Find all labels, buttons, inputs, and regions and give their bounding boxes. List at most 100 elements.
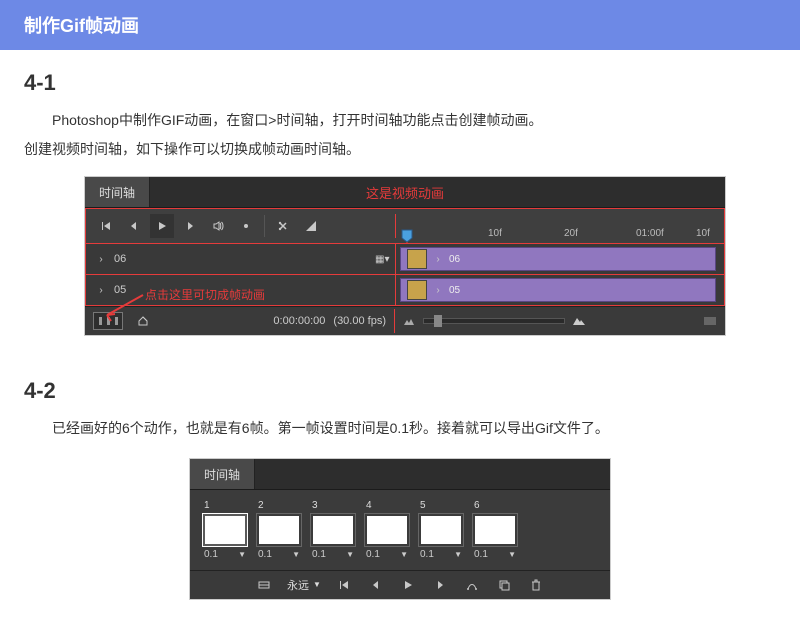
animation-frame[interactable]: 5 0.1 ▼ [418,500,464,560]
animation-frame[interactable]: 2 0.1 ▼ [256,500,302,560]
frame-duration: 0.1 [366,549,380,560]
frame-thumbnail [367,516,407,544]
timeline-tab[interactable]: 时间轴 [190,459,255,489]
play-button[interactable] [395,574,421,596]
chevron-down-icon: ▼ [400,550,408,559]
chevron-down-icon: ▼ [454,550,462,559]
frame-thumbnail-wrap [256,513,302,547]
zoom-slider[interactable] [423,318,565,324]
chevron-down-icon: ▼ [238,550,246,559]
divider [264,215,265,237]
frame-thumbnail-wrap [202,513,248,547]
frame-animation-screenshot: 时间轴 10.1▼20.1▼30.1▼40.1▼50.1▼60.1▼ 永远 ▼ [189,458,611,600]
duplicate-frame-button[interactable] [491,574,517,596]
prev-frame-button[interactable] [122,214,146,238]
animation-frame[interactable]: 6 0.1 ▼ [472,500,518,560]
frames-row: 10.1▼20.1▼30.1▼40.1▼50.1▼60.1▼ [190,490,610,570]
chevron-down-icon: ▼ [508,550,516,559]
video-clip[interactable]: › 06 [400,247,716,271]
split-button[interactable] [271,214,295,238]
red-arrow-icon [97,291,145,323]
frame-duration: 0.1 [420,549,434,560]
clip-label: 06 [449,254,460,265]
clip-label: 05 [449,285,460,296]
chevron-down-icon: ▼ [346,550,354,559]
chevron-right-icon: › [433,254,443,265]
frame-duration-selector[interactable]: 0.1 ▼ [472,547,518,560]
frame-number: 5 [418,500,464,511]
zoom-out-mountain-icon[interactable] [403,316,415,326]
frame-thumbnail-wrap [310,513,356,547]
ruler-tick: 10f [696,228,710,239]
timecode: 0:00:00:00 [273,315,325,327]
transition-button[interactable] [299,214,323,238]
filmstrip-icon[interactable]: ▦▾ [375,254,385,265]
frame-thumbnail [313,516,353,544]
delete-frame-button[interactable] [523,574,549,596]
frame-duration: 0.1 [474,549,488,560]
track-label[interactable]: › 06 ▦▾ [86,244,396,274]
panel-tab-row: 时间轴 这是视频动画 [85,177,725,208]
chevron-right-icon: › [433,285,443,296]
ruler-tick: 20f [564,228,578,239]
loop-label: 永远 [287,577,309,593]
track-name: 06 [114,253,126,265]
frame-thumbnail [475,516,515,544]
prev-frame-button[interactable] [363,574,389,596]
next-frame-button[interactable] [427,574,453,596]
annotation-video-anim: 这是视频动画 [366,183,444,202]
timeline-footer: 0:00:00:00 (30.00 fps) [85,306,725,335]
step-number: 4-1 [24,70,776,96]
step-number: 4-2 [24,378,776,404]
frame-duration: 0.1 [312,549,326,560]
timeline-tab[interactable]: 时间轴 [85,177,150,207]
frame-duration-selector[interactable]: 0.1 ▼ [256,547,302,560]
chevron-down-icon: ▼ [292,550,300,559]
chevron-right-icon[interactable]: › [96,254,106,265]
first-frame-button[interactable] [331,574,357,596]
frame-thumbnail [259,516,299,544]
clip-thumbnail [407,249,427,269]
frame-timeline-footer: 永远 ▼ [190,570,610,599]
frame-thumbnail-wrap [472,513,518,547]
frame-duration: 0.1 [204,549,218,560]
tween-button[interactable] [459,574,485,596]
section-4-2: 4-2 已经画好的6个动作，也就是有6帧。第一帧设置时间是0.1秒。接着就可以导… [0,358,800,627]
play-button[interactable] [150,214,174,238]
frame-duration: 0.1 [258,549,272,560]
animation-frame[interactable]: 40.1▼ [364,500,410,560]
scrollbar-thumb-icon[interactable] [703,315,717,327]
frame-number: 6 [472,500,518,511]
loop-selector[interactable]: 永远 ▼ [283,577,325,593]
video-clip[interactable]: › 05 [400,278,716,302]
frame-duration-selector[interactable]: 0.1 ▼ [310,547,356,560]
audio-button[interactable] [206,214,230,238]
animation-frame[interactable]: 1 0.1 ▼ [202,500,248,560]
ruler-tick: 01:00f [636,228,664,239]
video-timeline-screenshot: 时间轴 这是视频动画 [84,176,726,336]
animation-frame[interactable]: 3 0.1 ▼ [310,500,356,560]
frame-duration-selector[interactable]: 0.1 ▼ [202,547,248,560]
frame-thumbnail-wrap [364,513,410,547]
annotation-switch-to-frame: 点击这里可切成帧动画 [145,286,265,303]
frame-number: 1 [202,500,248,511]
fps-label: (30.00 fps) [333,315,386,327]
frame-thumbnail [421,516,461,544]
frame-number: 2 [256,500,302,511]
section-4-1: 4-1 Photoshop中制作GIF动画，在窗口>时间轴，打开时间轴功能点击创… [0,50,800,358]
track-row: › 06 ▦▾ › 06 [85,244,725,275]
frame-duration-selector[interactable]: 0.1 ▼ [418,547,464,560]
settings-button[interactable] [234,214,258,238]
page-header: 制作Gif帧动画 [0,0,800,50]
clip-thumbnail [407,280,427,300]
next-frame-button[interactable] [178,214,202,238]
step-text-2: 创建视频时间轴，如下操作可以切换成帧动画时间轴。 [24,137,776,162]
first-frame-button[interactable] [94,214,118,238]
frame-thumbnail [205,516,245,544]
zoom-slider-handle[interactable] [434,315,442,327]
convert-to-video-timeline-button[interactable] [251,574,277,596]
frame-number: 3 [310,500,356,511]
frame-duration-selector[interactable]: 0.1 ▼ [364,547,410,560]
ruler-tick: 10f [488,228,502,239]
zoom-in-mountain-icon[interactable] [573,316,585,326]
